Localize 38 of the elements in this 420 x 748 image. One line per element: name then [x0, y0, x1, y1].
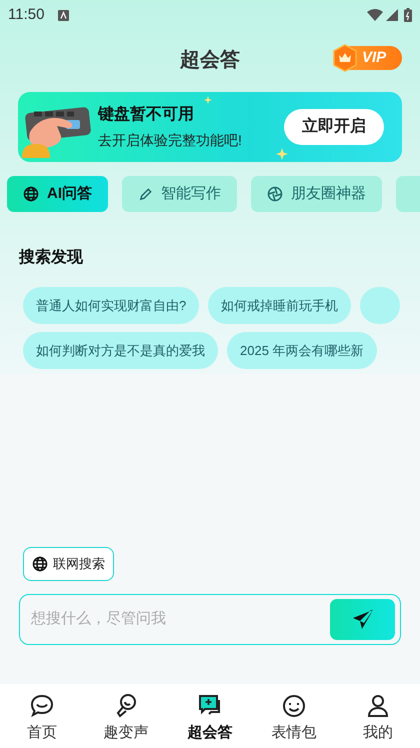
paper-plane-icon [352, 608, 374, 630]
category-tab[interactable]: 朋友圈神器 [251, 176, 382, 212]
globe-icon [23, 186, 39, 202]
page-title: 超会答 [180, 48, 240, 73]
banner-title: 键盘暂不可用 [98, 104, 195, 125]
topic-chip[interactable] [360, 287, 400, 324]
signal-icon [386, 9, 398, 21]
category-tab[interactable]: 智能写作 [122, 176, 237, 212]
nav-tab[interactable]: 趣变声 [84, 684, 168, 748]
search-input-field[interactable]: 想搜什么，尽管问我 [19, 594, 401, 645]
sparkle-icon [204, 96, 212, 104]
text-input[interactable]: 想搜什么，尽管问我 [31, 608, 330, 631]
section-heading: 搜索发现 [19, 247, 83, 268]
battery-icon [404, 8, 412, 22]
pencil-icon [138, 186, 153, 202]
globe-icon [32, 556, 48, 572]
banner-subtitle: 去开启体验完整功能吧! [98, 131, 242, 150]
nav-tab[interactable]: 我的 [336, 684, 420, 748]
category-tab[interactable]: AI问答 [7, 176, 108, 212]
topic-chip[interactable]: 如何戒掉睡前玩手机 [208, 287, 352, 324]
wifi-icon [367, 9, 383, 21]
nav-tab[interactable]: 超会答 [168, 684, 252, 748]
crown-icon [332, 44, 358, 72]
user-icon [365, 693, 391, 719]
send-button[interactable] [330, 599, 395, 640]
topic-chip[interactable]: 普通人如何实现财富自由? [23, 287, 200, 324]
enable-button[interactable]: 立即开启 [284, 109, 384, 145]
topic-chip[interactable]: 2025 年两会有哪些新 [227, 332, 377, 369]
chat-bubble-icon [29, 693, 55, 719]
aperture-icon [267, 186, 283, 202]
notification-icon [58, 10, 70, 20]
sparkle-icon [276, 148, 288, 160]
nav-tab[interactable]: 首页 [0, 684, 84, 748]
web-search-toggle[interactable]: 联网搜索 [23, 547, 114, 581]
smiley-icon [281, 693, 307, 719]
status-time: 11:50 [8, 4, 44, 25]
topic-chip[interactable]: 如何判断对方是不是真的爱我 [23, 332, 218, 369]
nav-tab[interactable]: 表情包 [252, 684, 336, 748]
